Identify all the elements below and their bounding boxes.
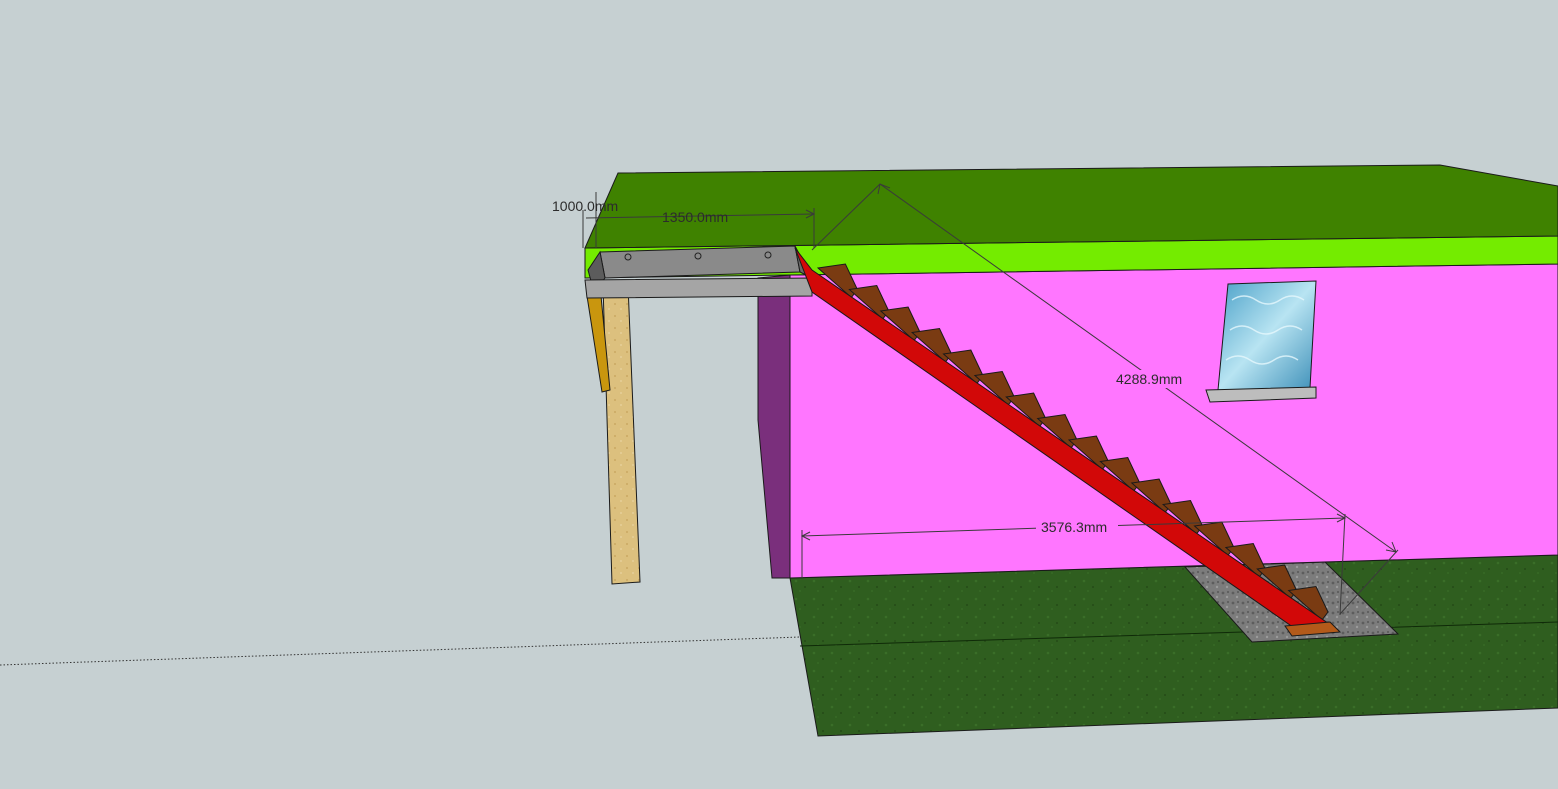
platform-frame-back[interactable] (599, 245, 801, 279)
building-side-wall[interactable] (757, 274, 791, 579)
horizontal-run-dimension-label: 3576.3mm (1041, 519, 1107, 535)
ground-surface[interactable] (789, 554, 1558, 737)
platform-width-dimension-label: 1350.0mm (662, 209, 728, 225)
sketchup-viewport[interactable]: 1000.0mm 1350.0mm 4288.9mm 3576.3mm (0, 0, 1558, 789)
support-post[interactable] (602, 284, 641, 585)
horizon-guide-line (0, 636, 801, 666)
height-dimension-label: 1000.0mm (552, 198, 618, 214)
stair-length-dimension-label: 4288.9mm (1116, 371, 1182, 387)
platform-frame-front[interactable] (584, 277, 813, 299)
window-glass[interactable] (1217, 280, 1317, 391)
roof-top[interactable] (584, 164, 1558, 249)
